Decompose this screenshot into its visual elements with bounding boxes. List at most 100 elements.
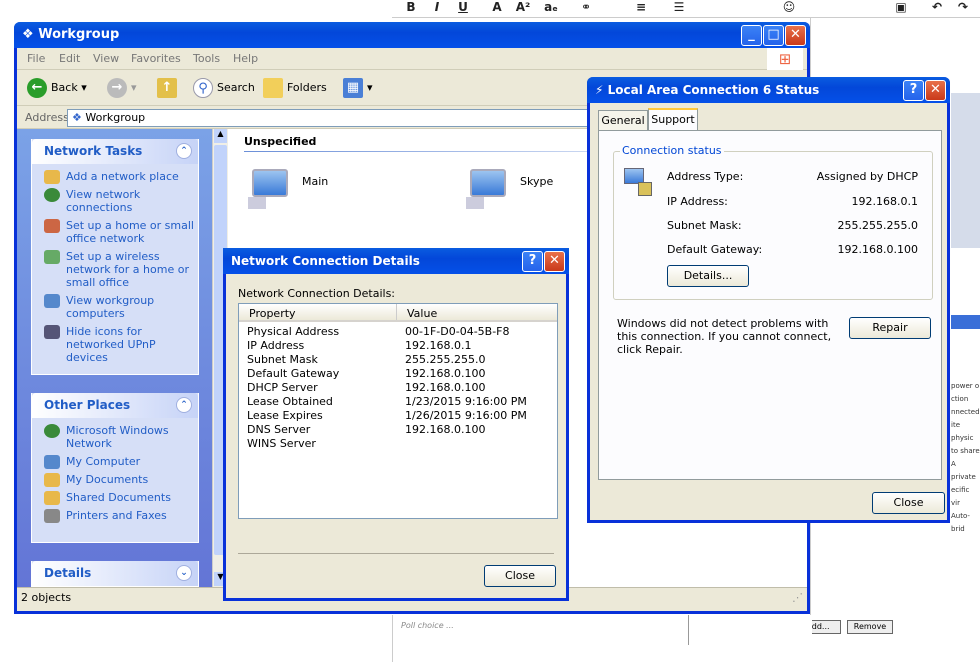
my-documents-link[interactable]: My Documents — [32, 471, 198, 489]
network-tasks-title: Network Tasks — [44, 144, 143, 158]
resize-grip-icon[interactable]: ⋰ — [792, 591, 803, 604]
up-folder-button[interactable]: ↑ — [157, 78, 181, 98]
underline-button[interactable]: U — [454, 0, 472, 16]
side-panel-strip — [951, 93, 980, 248]
views-button[interactable]: ▦ ▾ — [343, 78, 373, 98]
undo-icon[interactable]: ↶ — [928, 0, 946, 16]
side-snippet: Auto-brid — [951, 512, 970, 533]
forward-button[interactable]: → ▾ — [107, 78, 137, 98]
table-row[interactable]: IP Address 192.168.0.1 — [247, 339, 547, 353]
back-arrow-icon: ← — [27, 78, 47, 98]
menu-favorites[interactable]: Favorites — [131, 52, 181, 65]
menu-view[interactable]: View — [93, 52, 119, 65]
view-network-connections-link[interactable]: View network connections — [32, 186, 198, 217]
menu-help[interactable]: Help — [233, 52, 258, 65]
hide-upnp-icons-link[interactable]: Hide icons for networked UPnP devices — [32, 323, 198, 367]
close-button[interactable]: ✕ — [785, 25, 806, 46]
table-row[interactable]: Physical Address 00-1F-D0-04-5B-F8 — [247, 325, 547, 339]
table-row[interactable]: DHCP Server 192.168.0.100 — [247, 381, 547, 395]
details-button[interactable]: Details... — [667, 265, 749, 287]
search-button[interactable]: ⚲ Search — [193, 78, 255, 98]
computer-item-main[interactable]: Main — [246, 167, 396, 217]
menu-tools[interactable]: Tools — [193, 52, 220, 65]
subscript-button[interactable]: aₑ — [540, 0, 562, 16]
collapse-chevron-icon[interactable]: ⌃ — [176, 143, 192, 159]
setup-home-network-link[interactable]: Set up a home or small office network — [32, 217, 198, 248]
table-row[interactable]: DNS Server 192.168.0.100 — [247, 423, 547, 437]
close-x-button[interactable]: ✕ — [544, 251, 565, 272]
value-cell: 1/26/2015 9:16:00 PM — [405, 409, 527, 422]
field-value: 255.255.255.0 — [837, 219, 918, 232]
remove-button[interactable]: Remove — [847, 620, 893, 634]
expand-chevron-icon[interactable]: ⌄ — [176, 565, 192, 581]
column-divider — [396, 304, 397, 320]
address-value: Workgroup — [85, 111, 146, 124]
my-computer-link[interactable]: My Computer — [32, 453, 198, 471]
close-button[interactable]: Close — [872, 492, 945, 514]
table-row[interactable]: Lease Expires 1/26/2015 9:16:00 PM — [247, 409, 547, 423]
column-value[interactable]: Value — [407, 307, 437, 320]
value-cell: 192.168.0.100 — [405, 381, 486, 394]
monitor-icon — [470, 169, 506, 197]
column-property[interactable]: Property — [249, 307, 296, 320]
table-row[interactable]: Subnet Mask 255.255.255.0 — [247, 353, 547, 367]
details-header[interactable]: Details ⌄ — [32, 561, 198, 586]
link-label: Microsoft Windows Network — [66, 424, 169, 450]
value-cell: 1/23/2015 9:16:00 PM — [405, 395, 527, 408]
network-tasks-panel: Network Tasks ⌃ Add a network place View … — [31, 139, 199, 375]
details-list[interactable]: Property Value Physical Address 00-1F-D0-… — [238, 303, 558, 519]
separator — [238, 553, 554, 554]
details-caption: Network Connection Details: — [238, 287, 396, 300]
network-tasks-header[interactable]: Network Tasks ⌃ — [32, 139, 198, 164]
tab-general[interactable]: General — [598, 110, 648, 130]
side-snippet: ction — [951, 395, 969, 403]
superscript-button[interactable]: A² — [512, 0, 534, 16]
bold-button[interactable]: B — [402, 0, 420, 16]
font-color-button[interactable]: A — [488, 0, 506, 16]
collapse-chevron-icon[interactable]: ⌃ — [176, 397, 192, 413]
help-button[interactable]: ? — [522, 251, 543, 272]
microsoft-windows-network-link[interactable]: Microsoft Windows Network — [32, 422, 198, 453]
maximize-button[interactable]: □ — [763, 25, 784, 46]
link-label: Printers and Faxes — [66, 509, 167, 522]
printer-icon — [44, 509, 60, 523]
other-places-header[interactable]: Other Places ⌃ — [32, 393, 198, 418]
shared-documents-link[interactable]: Shared Documents — [32, 489, 198, 507]
close-button[interactable]: Close — [484, 565, 556, 587]
views-icon: ▦ — [343, 78, 363, 98]
group-title: Connection status — [620, 144, 724, 157]
divider — [688, 615, 689, 645]
close-x-button[interactable]: ✕ — [925, 80, 946, 101]
back-button[interactable]: ← Back ▾ — [27, 78, 87, 98]
minimize-button[interactable]: _ — [741, 25, 762, 46]
help-button[interactable]: ? — [903, 80, 924, 101]
poll-choice-placeholder[interactable]: Poll choice ... — [401, 621, 454, 630]
side-panel-text: power o ction nnected ite physic to shar… — [951, 380, 980, 536]
folders-button[interactable]: Folders — [263, 78, 327, 98]
table-row[interactable]: Lease Obtained 1/23/2015 9:16:00 PM — [247, 395, 547, 409]
property-cell: DHCP Server — [247, 381, 318, 394]
menu-file[interactable]: File — [27, 52, 45, 65]
task-pane: Network Tasks ⌃ Add a network place View … — [17, 129, 212, 587]
redo-icon[interactable]: ↷ — [954, 0, 972, 16]
tab-support[interactable]: Support — [648, 108, 698, 130]
link-icon[interactable]: ⚭ — [577, 0, 595, 16]
printers-faxes-link[interactable]: Printers and Faxes — [32, 507, 198, 525]
table-row[interactable]: Default Gateway 192.168.0.100 — [247, 367, 547, 381]
align-left-icon[interactable]: ≡ — [632, 0, 650, 16]
window-title: Workgroup — [38, 27, 120, 42]
repair-button[interactable]: Repair — [849, 317, 931, 339]
scroll-up-arrow-icon[interactable]: ▲ — [214, 129, 227, 143]
save-icon[interactable]: ▣ — [892, 0, 910, 16]
details-title: Details — [44, 566, 92, 580]
value-cell: 00-1F-D0-04-5B-F8 — [405, 325, 510, 338]
smiley-icon[interactable]: ☺ — [780, 0, 798, 16]
add-network-place-link[interactable]: Add a network place — [32, 168, 198, 186]
menu-edit[interactable]: Edit — [59, 52, 80, 65]
view-workgroup-computers-link[interactable]: View workgroup computers — [32, 292, 198, 323]
italic-button[interactable]: I — [428, 0, 446, 16]
side-panel-highlight — [951, 315, 980, 329]
bullet-list-icon[interactable]: ☰ — [670, 0, 688, 16]
table-row[interactable]: WINS Server — [247, 437, 547, 451]
setup-wireless-network-link[interactable]: Set up a wireless network for a home or … — [32, 248, 198, 292]
